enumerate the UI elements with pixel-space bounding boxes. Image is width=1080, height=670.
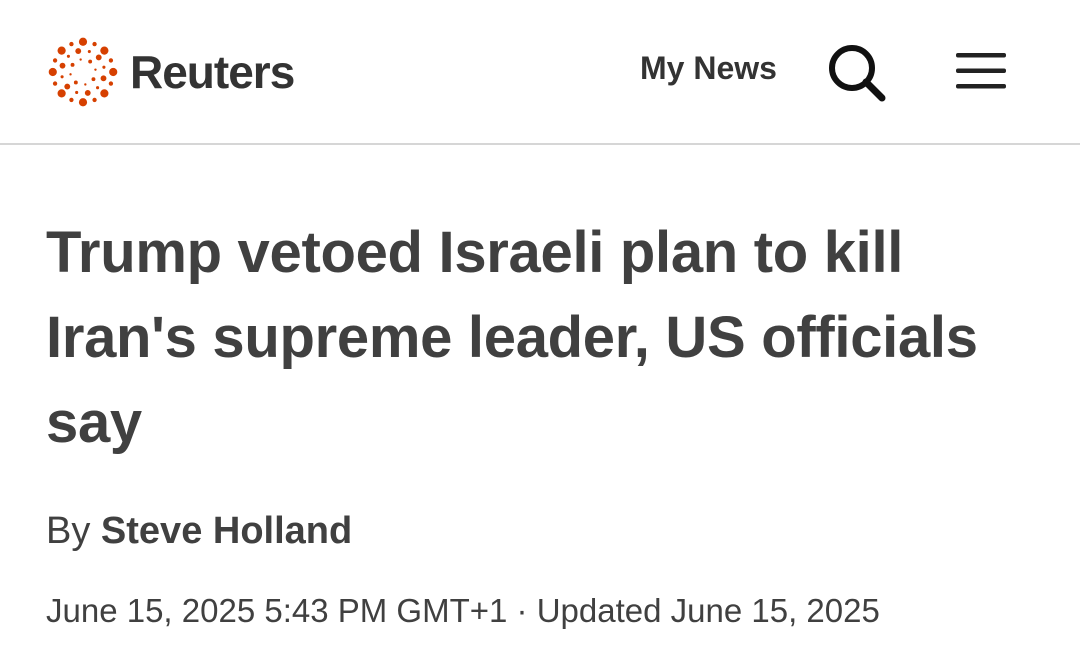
logo-dot	[57, 89, 66, 98]
logo-dot	[88, 59, 93, 64]
logo-dot	[60, 75, 64, 79]
byline: By Steve Holland	[46, 510, 352, 553]
published-date: June 15, 2025 5:43 PM GMT+1	[46, 592, 508, 629]
search-button[interactable]	[826, 42, 888, 104]
my-news-link[interactable]: My News	[640, 50, 777, 87]
logo-dot	[100, 75, 107, 82]
date-separator: ·	[516, 592, 528, 629]
menu-button[interactable]	[954, 50, 1008, 92]
site-header: Reuters My News	[0, 0, 1080, 145]
logo-dot	[70, 62, 75, 67]
logo-dot	[91, 77, 96, 82]
logo-dot	[109, 67, 118, 77]
reuters-logo[interactable]: Reuters	[44, 32, 295, 112]
logo-dot	[57, 46, 66, 55]
logo-dot	[87, 49, 91, 54]
logo-dot	[94, 68, 97, 71]
logo-dot	[108, 58, 114, 63]
logo-dot	[95, 54, 102, 61]
updated-date: Updated June 15, 2025	[536, 592, 880, 629]
logo-dot	[84, 89, 91, 96]
logo-dot	[75, 48, 82, 55]
logo-dot	[48, 67, 57, 77]
logo-dot	[59, 62, 66, 69]
logo-text: Reuters	[130, 46, 295, 98]
logo-dot	[52, 58, 58, 63]
logo-dot	[96, 86, 100, 90]
logo-dot	[78, 37, 88, 46]
logo-dot	[69, 97, 74, 103]
logo-dot	[78, 98, 88, 107]
reuters-logo-icon	[48, 37, 118, 107]
logo-dot	[75, 90, 79, 95]
author-link[interactable]: Steve Holland	[101, 510, 352, 552]
logo-dot	[66, 54, 70, 58]
logo-dot	[52, 81, 58, 86]
logo-dot	[100, 46, 109, 55]
logo-dot	[100, 89, 109, 98]
logo-dot	[84, 83, 87, 86]
logo-dot	[92, 97, 97, 103]
logo-dot	[69, 41, 74, 47]
logo-dot	[102, 65, 106, 69]
hamburger-menu-icon	[956, 53, 1006, 89]
logo-dot	[73, 80, 78, 85]
logo-dot	[108, 81, 114, 86]
search-icon	[829, 45, 886, 102]
byline-prefix: By	[46, 510, 91, 552]
dateline: June 15, 2025 5:43 PM GMT+1 · Updated Ju…	[46, 592, 880, 630]
logo-dot	[64, 83, 71, 90]
logo-dot	[69, 73, 72, 76]
logo-dot	[92, 41, 97, 47]
logo-dot	[79, 58, 82, 61]
article-headline: Trump vetoed Israeli plan to kill Iran's…	[46, 220, 978, 455]
